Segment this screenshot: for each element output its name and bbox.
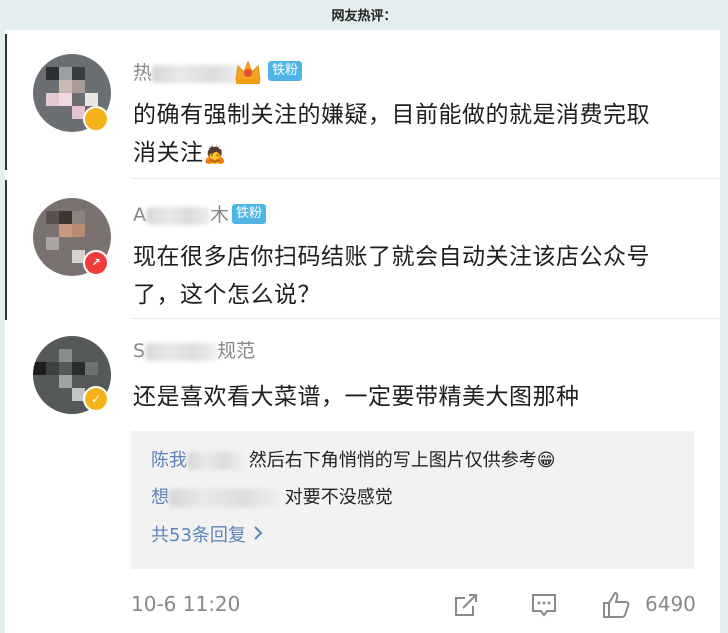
comment-footer: 10-6 11:20 6490 <box>131 586 696 626</box>
comment-item: 热 铁粉 的确有强制关注的嫌疑，目前能做的就是消费完取 消关注🙇 <box>5 30 720 180</box>
comment-icon[interactable] <box>529 590 559 620</box>
divider <box>131 178 720 179</box>
reply-item[interactable]: 陈我 然后右下角悄悄的写上图片仅供参考😁 <box>151 448 556 474</box>
page-heading: 网友热评： <box>331 9 397 24</box>
replies-box: 陈我 然后右下角悄悄的写上图片仅供参考😁 想 对要不没感觉 共53条回复 <box>131 431 694 569</box>
comment-author[interactable]: 热 <box>133 60 243 86</box>
comment-text: 还是喜欢看大菜谱，一定要带精美大图那种 <box>133 384 580 410</box>
comment-author[interactable]: S 规范 <box>133 338 255 364</box>
verified-badge-icon: ↗ <box>83 250 109 276</box>
comment-item: ↗ A木 铁粉 现在很多店你扫码结账了就会自动关注该店公众号 了，这个怎么说？ <box>5 180 720 320</box>
more-replies-link[interactable]: 共53条回复 <box>151 523 264 549</box>
like-count: 6490 <box>645 592 696 616</box>
comment-text: 现在很多店你扫码结账了就会自动关注该店公众号 了，这个怎么说？ <box>133 244 650 308</box>
share-icon[interactable] <box>451 590 481 620</box>
thumbs-up-icon[interactable] <box>601 590 631 620</box>
comment-list: 热 铁粉 的确有强制关注的嫌疑，目前能做的就是消费完取 消关注🙇 ↗ A 木 铁… <box>5 30 720 633</box>
timestamp: 10-6 11:20 <box>131 592 241 616</box>
divider <box>131 318 720 319</box>
comment-text: 的确有强制关注的嫌疑，目前能做的就是消费完取 消关注🙇 <box>133 102 650 166</box>
verified-badge-icon <box>83 106 109 132</box>
reply-item[interactable]: 想 对要不没感觉 <box>151 485 393 511</box>
verified-badge-icon: ✓ <box>83 386 109 412</box>
fan-badge: 铁粉 <box>232 204 267 224</box>
fan-badge: 铁粉 <box>268 61 303 81</box>
comment-author[interactable]: A木 <box>133 202 229 228</box>
chevron-right-icon <box>252 523 264 549</box>
crown-badge-icon <box>233 58 263 86</box>
